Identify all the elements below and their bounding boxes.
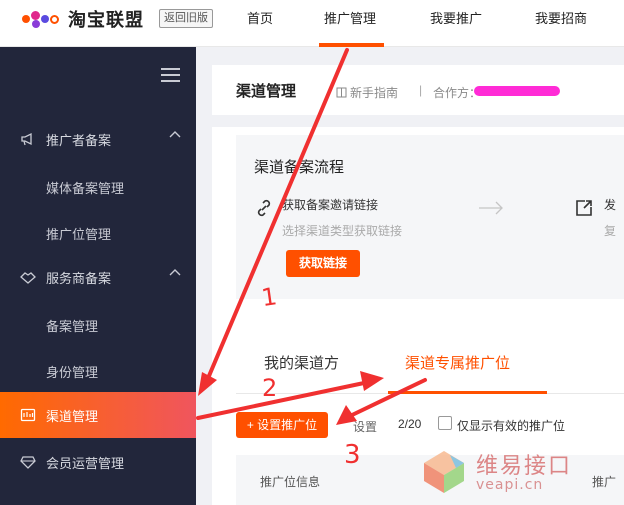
- brand-name: 淘宝联盟: [68, 10, 144, 30]
- nav-home[interactable]: 首页: [247, 0, 273, 47]
- sidebar-item-label: 渠道管理: [46, 409, 99, 424]
- handshake-icon: [20, 272, 36, 284]
- watermark-text: 维易接口: [476, 453, 573, 478]
- column-header-adzone-info: 推广位信息: [260, 475, 321, 489]
- top-bar: 淘宝联盟 返回旧版 首页 推广管理 我要推广 我要招商: [0, 0, 624, 47]
- sidebar-item-member-operations[interactable]: 会员运营管理: [0, 442, 196, 482]
- sidebar-item-label: 备案管理: [46, 319, 99, 334]
- redacted-partner-name: [474, 86, 560, 96]
- sidebar-group-promoter-filing[interactable]: 推广者备案: [0, 119, 196, 159]
- megaphone-icon: [21, 132, 32, 146]
- valid-only-label[interactable]: 仅显示有效的推广位: [457, 417, 565, 434]
- arrow-right-icon: [479, 201, 503, 215]
- adzone-count-value: 2/20: [398, 417, 422, 431]
- sidebar-item-label: 媒体备案管理: [46, 181, 125, 196]
- tab-active-indicator: [388, 391, 547, 394]
- filing-flow: 渠道备案流程 获取备案邀请链接 选择渠道类型获取链接 获取链接 发 复: [236, 135, 624, 299]
- sidebar-item-adzone[interactable]: 推广位管理: [0, 212, 196, 252]
- beginner-guide-link[interactable]: 新手指南: [336, 84, 398, 101]
- sidebar: 推广者备案 媒体备案管理 推广位管理 服务商备案 备案管理 身份管理 渠道管理: [0, 47, 196, 505]
- step1-desc: 选择渠道类型获取链接: [282, 224, 403, 238]
- logo[interactable]: 淘宝联盟: [22, 8, 144, 30]
- step1-title: 获取备案邀请链接: [282, 198, 379, 212]
- header-separator: |: [419, 83, 423, 97]
- page-header: 渠道管理 新手指南 | 合作方：: [212, 65, 624, 115]
- watermark: 维易接口 veapi.cn: [420, 445, 600, 500]
- back-to-old-version-button[interactable]: 返回旧版: [159, 9, 213, 28]
- tab-my-channels[interactable]: 我的渠道方: [264, 352, 339, 373]
- get-link-button[interactable]: 获取链接: [286, 250, 360, 277]
- watermark-url: veapi.cn: [476, 477, 544, 493]
- flow-title: 渠道备案流程: [254, 159, 345, 176]
- valid-only-checkbox[interactable]: [438, 416, 452, 430]
- page-title: 渠道管理: [236, 83, 297, 100]
- step2-title: 发: [604, 198, 617, 212]
- chevron-up-icon: [169, 131, 181, 138]
- sidebar-item-label: 会员运营管理: [46, 456, 125, 471]
- sidebar-item-media-filing[interactable]: 媒体备案管理: [0, 166, 196, 206]
- sidebar-item-channel-management[interactable]: 渠道管理: [0, 392, 196, 438]
- nav-promotion-management[interactable]: 推广管理: [324, 0, 376, 47]
- sidebar-group-provider-filing[interactable]: 服务商备案: [0, 257, 196, 297]
- sidebar-group-label: 推广者备案: [46, 133, 112, 148]
- logo-icon: [22, 11, 62, 28]
- link-icon: [257, 199, 271, 217]
- sidebar-item-identity[interactable]: 身份管理: [0, 350, 196, 390]
- sidebar-item-filing-management[interactable]: 备案管理: [0, 304, 196, 344]
- main-content: 渠道管理 新手指南 | 合作方： 渠道备案流程 获取备案邀请链接 选择渠道类型获…: [196, 47, 624, 505]
- book-icon: [336, 87, 347, 98]
- chevron-up-icon: [169, 269, 181, 276]
- sidebar-item-label: 身份管理: [46, 365, 99, 380]
- watermark-logo-icon: [424, 451, 464, 493]
- diamond-icon: [20, 456, 36, 469]
- set-adzone-button[interactable]: + 设置推广位: [236, 412, 328, 438]
- nav-promote[interactable]: 我要推广: [430, 0, 482, 47]
- tab-channel-adzones[interactable]: 渠道专属推广位: [405, 352, 510, 373]
- sidebar-item-label: 推广位管理: [46, 227, 112, 242]
- menu-toggle-icon[interactable]: [161, 68, 180, 82]
- channel-icon: [20, 408, 36, 422]
- share-icon: [576, 200, 592, 216]
- adzone-count-label: 设置: [353, 420, 378, 434]
- sidebar-group-label: 服务商备案: [46, 271, 112, 286]
- nav-merchant-recruit[interactable]: 我要招商: [535, 0, 587, 47]
- step2-desc: 复: [604, 224, 617, 238]
